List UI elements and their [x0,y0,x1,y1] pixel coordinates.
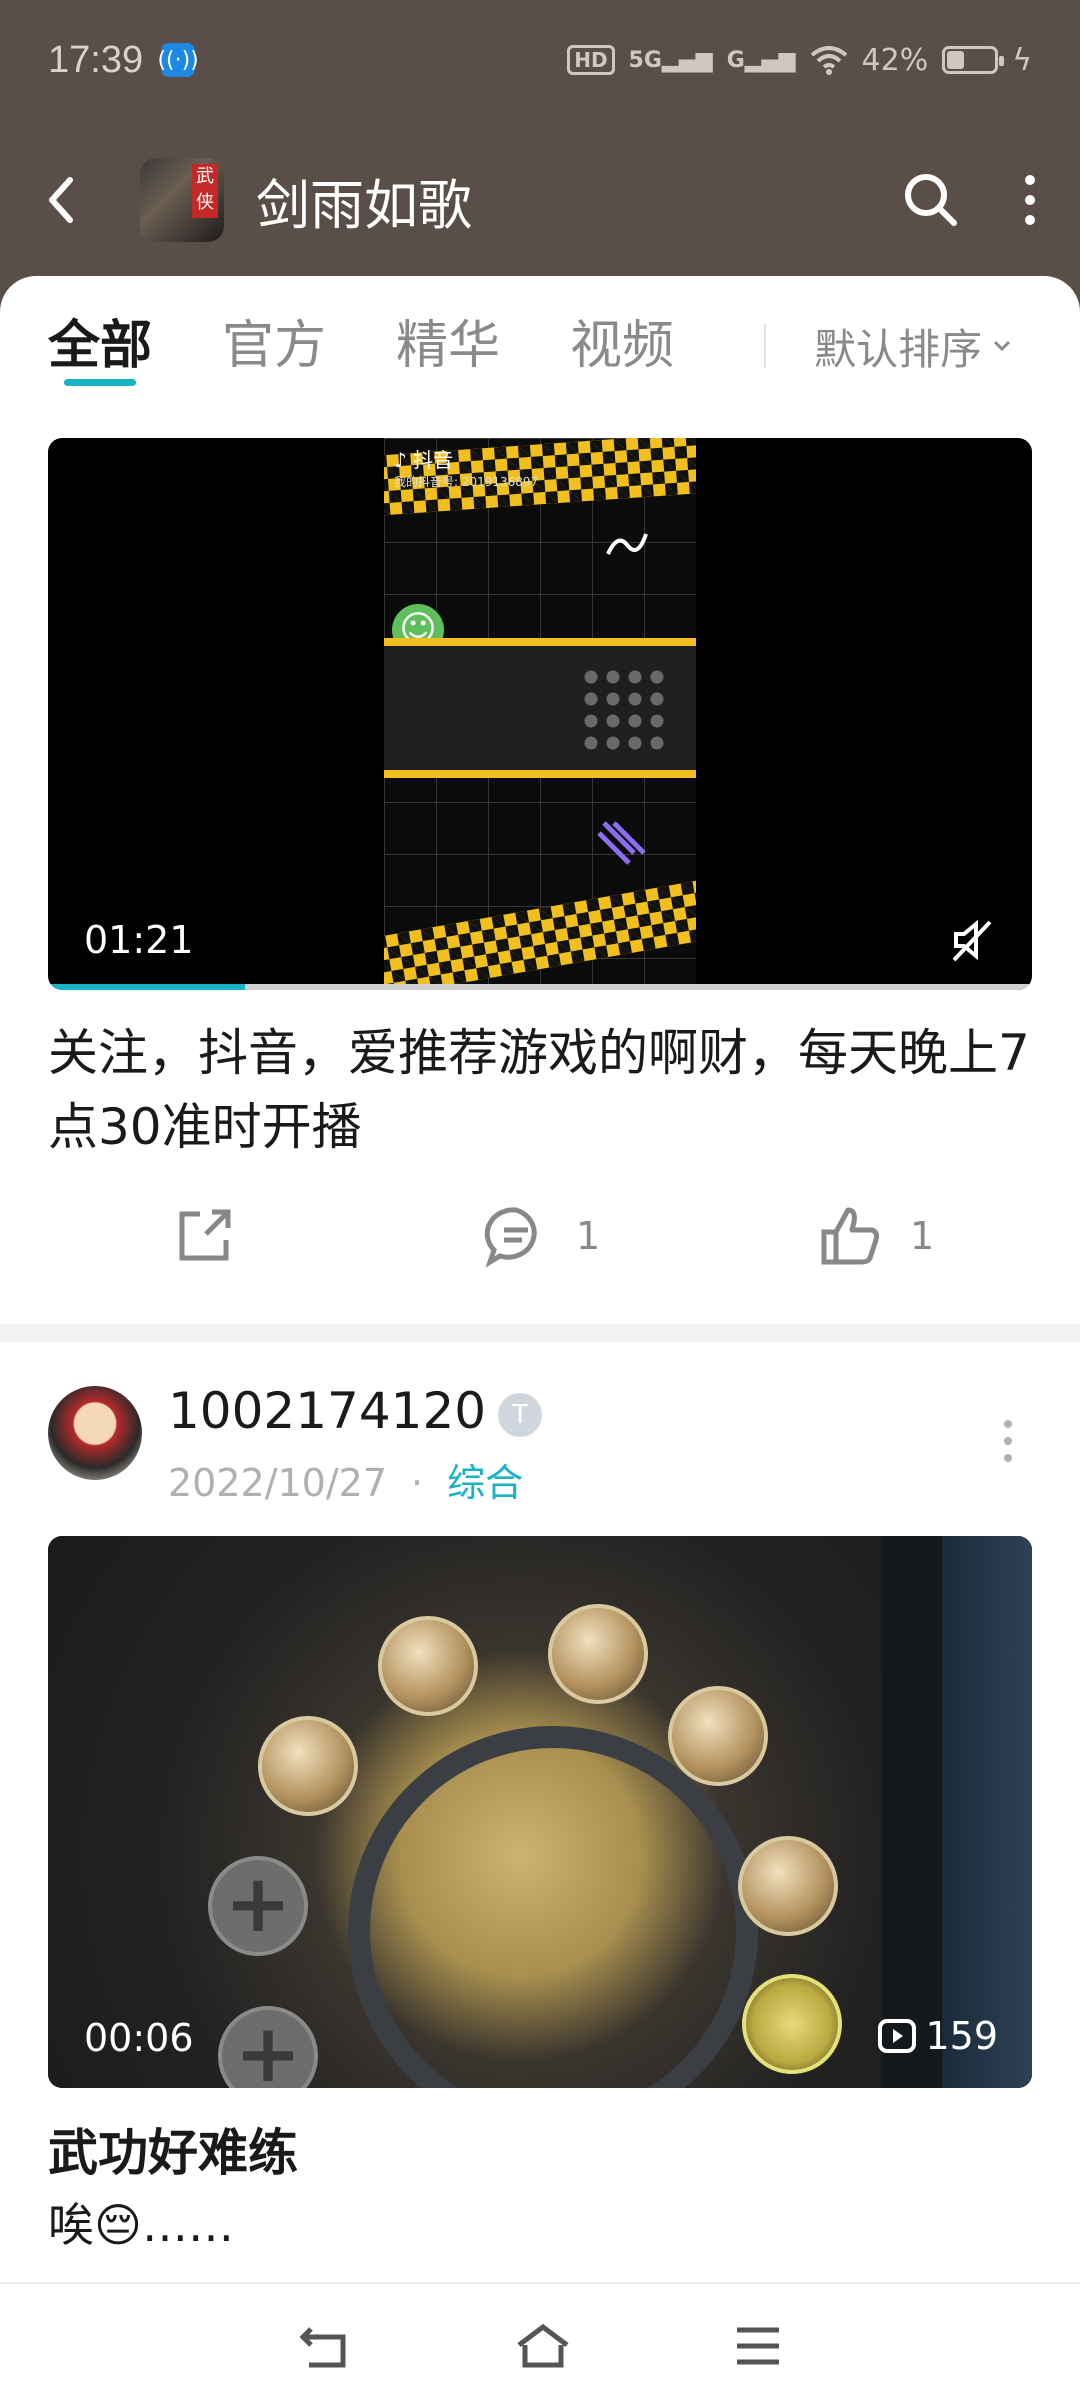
like-count: 1 [910,1214,935,1258]
tab-bar: 全部 官方 精华 视频 默认排序 [0,276,1080,416]
sort-label: 默认排序 [814,324,983,374]
hotspot-icon: ((·)) [157,43,199,77]
nav-home-icon[interactable] [513,2321,573,2371]
search-icon[interactable] [902,171,960,229]
signal-icon: G▂▄▆ [726,47,796,73]
tab-divider [764,324,767,368]
thumbs-up-icon [821,1207,879,1265]
video-player[interactable]: + + 00:06 159 [48,1536,1032,2088]
wifi-icon [810,46,847,75]
nav-menu-icon[interactable] [733,2324,783,2368]
post-title[interactable]: 武功好难练 [48,2116,1032,2190]
post-category[interactable]: 综合 [447,1461,523,1505]
tab-featured[interactable]: 精华 [396,276,500,416]
app-header: 武侠 剑雨如歌 [0,120,1080,280]
share-icon [179,1209,231,1261]
section-divider [0,1324,1080,1342]
battery-percent: 42% [861,42,929,78]
charging-icon: ϟ [1012,42,1032,78]
content-sheet: 全部 官方 精华 视频 默认排序 ♪ 抖音 我的抖音号: 2019136897 ☺… [0,276,1080,2408]
status-indicators: HD 5G▂▄▆ G▂▄▆ 42% ϟ [567,43,1032,78]
tiktok-watermark: ♪ 抖音 我的抖音号: 2019136897 [394,448,539,489]
tab-official[interactable]: 官方 [222,276,326,416]
video-frame: ♪ 抖音 我的抖音号: 2019136897 ☺ [384,438,696,990]
video-player[interactable]: ♪ 抖音 我的抖音号: 2019136897 ☺ 01:21 [48,438,1032,990]
more-vertical-icon[interactable] [1020,171,1040,229]
post-body[interactable]: 唉😔…… [48,2188,1032,2262]
game-screenshot [384,638,696,778]
author-name[interactable]: 1002174120 T [168,1382,543,1440]
mute-icon[interactable] [948,916,996,964]
video-duration: 01:21 [84,918,194,962]
tab-all[interactable]: 全部 [48,276,152,416]
status-time: 17:39 [48,38,144,81]
post-date: 2022/10/27 [168,1461,388,1505]
post-meta: 2022/10/27 · 综合 [168,1461,524,1505]
tab-video[interactable]: 视频 [570,276,674,416]
post-title[interactable]: 关注，抖音，爱推荐游戏的啊财，每天晚上7点30准时开播 [48,1016,1032,1164]
like-button[interactable]: 1 [818,1204,934,1268]
hd-icon: HD [567,45,615,75]
system-nav-bar [0,2282,1080,2408]
game-avatar[interactable]: 武侠 [140,158,224,242]
video-progress[interactable] [48,984,1032,990]
video-duration: 00:06 [84,2016,194,2060]
comment-count: 1 [576,1214,601,1258]
sort-dropdown[interactable]: 默认排序 [814,316,1012,377]
signal-5g-icon: 5G▂▄▆ [628,47,713,73]
more-vertical-icon[interactable] [998,1416,1018,1466]
chevron-left-icon [49,177,73,223]
video-progress-fill [48,984,245,990]
post-actions: 1 1 [0,1186,1080,1286]
share-button[interactable] [172,1204,236,1268]
comment-icon [484,1207,537,1268]
nav-back-icon[interactable] [297,2321,353,2371]
level-badge-icon: T [498,1392,543,1437]
back-button[interactable] [40,160,100,240]
view-count: 159 [877,2014,998,2058]
page-title: 剑雨如歌 [256,173,472,237]
chevron-down-icon [994,340,1011,352]
avatar[interactable] [48,1386,142,1480]
status-bar: 17:39 ((·)) HD 5G▂▄▆ G▂▄▆ 42% ϟ [0,0,1080,120]
play-count-icon [878,2019,917,2053]
battery-icon [942,46,1005,74]
comment-button[interactable]: 1 [484,1204,600,1268]
post-author-row: 1002174120 T 2022/10/27 · 综合 [48,1382,1032,1505]
avatar-seal: 武侠 [192,164,218,218]
